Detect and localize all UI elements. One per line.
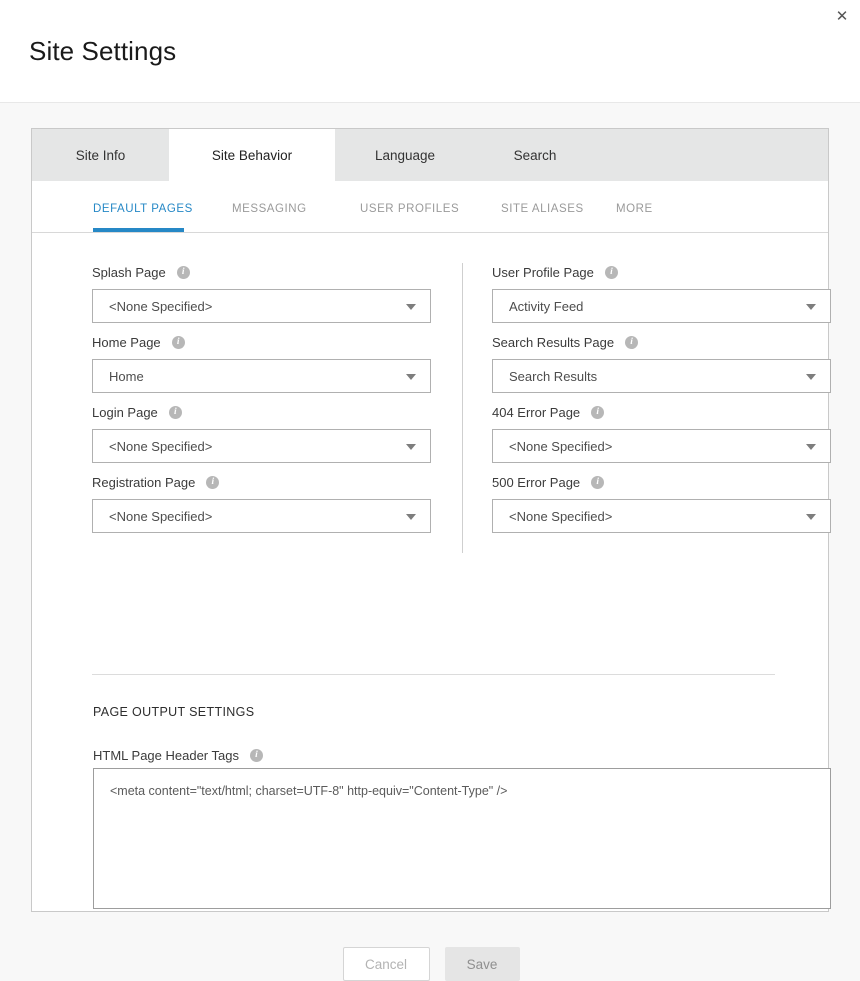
splash-page-select-value: <None Specified> — [109, 298, 213, 314]
tab-search[interactable]: Search — [475, 129, 595, 181]
page-output-settings-heading: PAGE OUTPUT SETTINGS — [93, 705, 255, 719]
info-icon[interactable]: i — [168, 405, 182, 419]
subtab-site-aliases[interactable]: SITE ALIASES — [501, 181, 616, 233]
login-page-select[interactable]: <None Specified> — [92, 429, 431, 463]
info-icon[interactable]: i — [591, 405, 605, 419]
field-registration-page-label: Registration Page — [92, 474, 196, 490]
subtab-default-pages-label: DEFAULT PAGES — [93, 203, 193, 215]
right-column: User Profile Page i Activity Feed Search… — [492, 261, 831, 541]
field-user-profile-page-label-row: User Profile Page i — [492, 261, 831, 283]
info-icon[interactable]: i — [625, 335, 639, 349]
field-registration-page: Registration Page i <None Specified> — [92, 471, 431, 533]
secondary-tabstrip: DEFAULT PAGES MESSAGING USER PROFILES SI… — [32, 181, 828, 233]
tab-language-label: Language — [374, 147, 436, 163]
chevron-down-icon — [806, 444, 816, 450]
field-home-page-label: Home Page — [92, 334, 161, 350]
user-profile-page-select[interactable]: Activity Feed — [492, 289, 831, 323]
chevron-down-icon — [806, 374, 816, 380]
field-user-profile-page-label: User Profile Page — [492, 264, 594, 280]
column-divider — [462, 263, 463, 553]
field-splash-page: Splash Page i <None Specified> — [92, 261, 431, 323]
subtab-more-label: MORE — [616, 203, 653, 215]
field-splash-page-label: Splash Page — [92, 264, 166, 280]
tab-site-behavior[interactable]: Site Behavior — [169, 129, 335, 181]
search-results-page-select-value: Search Results — [509, 368, 598, 384]
tab-site-behavior-label: Site Behavior — [211, 147, 293, 163]
field-home-page: Home Page i Home — [92, 331, 431, 393]
save-button[interactable]: Save — [444, 947, 520, 981]
404-error-page-select[interactable]: <None Specified> — [492, 429, 831, 463]
subtab-site-aliases-label: SITE ALIASES — [501, 203, 584, 215]
subtab-default-pages[interactable]: DEFAULT PAGES — [93, 181, 232, 233]
registration-page-select[interactable]: <None Specified> — [92, 499, 431, 533]
info-icon[interactable]: i — [171, 335, 185, 349]
field-search-results-page-label: Search Results Page — [492, 334, 615, 350]
field-500-error-page-label-row: 500 Error Page i — [492, 471, 831, 493]
html-header-tags-label-row: HTML Page Header Tags i — [93, 745, 263, 765]
splash-page-select[interactable]: <None Specified> — [92, 289, 431, 323]
tab-language[interactable]: Language — [335, 129, 475, 181]
info-icon[interactable]: i — [206, 475, 220, 489]
subtab-user-profiles-label: USER PROFILES — [360, 203, 460, 215]
info-icon[interactable]: i — [604, 265, 618, 279]
404-error-page-select-value: <None Specified> — [509, 438, 613, 454]
left-column: Splash Page i <None Specified> Home Page… — [92, 261, 431, 541]
field-search-results-page: Search Results Page i Search Results — [492, 331, 831, 393]
close-icon[interactable]: ✕ — [830, 4, 854, 28]
home-page-select[interactable]: Home — [92, 359, 431, 393]
field-registration-page-label-row: Registration Page i — [92, 471, 431, 493]
tab-site-info[interactable]: Site Info — [32, 129, 169, 181]
info-icon[interactable]: i — [591, 475, 605, 489]
panel-body: Splash Page i <None Specified> Home Page… — [32, 233, 831, 981]
field-500-error-page-label: 500 Error Page — [492, 474, 581, 490]
search-results-page-select[interactable]: Search Results — [492, 359, 831, 393]
field-login-page-label: Login Page — [92, 404, 158, 420]
chevron-down-icon — [806, 514, 816, 520]
html-header-tags-input[interactable]: <meta content="text/html; charset=UTF-8"… — [93, 768, 831, 909]
settings-panel: Site Info Site Behavior Language Search … — [31, 128, 831, 981]
registration-page-select-value: <None Specified> — [109, 508, 213, 524]
field-login-page-label-row: Login Page i — [92, 401, 431, 423]
chevron-down-icon — [806, 304, 816, 310]
primary-tabstrip: Site Info Site Behavior Language Search — [32, 129, 828, 181]
subtab-user-profiles[interactable]: USER PROFILES — [360, 181, 501, 233]
html-header-tags-label: HTML Page Header Tags — [93, 747, 239, 763]
info-icon[interactable]: i — [176, 265, 190, 279]
user-profile-page-select-value: Activity Feed — [509, 298, 584, 314]
chevron-down-icon — [406, 374, 416, 380]
dialog-footer: Cancel Save — [32, 947, 830, 981]
info-icon[interactable]: i — [249, 748, 263, 762]
field-login-page: Login Page i <None Specified> — [92, 401, 431, 463]
subtab-more[interactable]: MORE — [616, 181, 696, 233]
field-home-page-label-row: Home Page i — [92, 331, 431, 353]
chevron-down-icon — [406, 304, 416, 310]
500-error-page-select-value: <None Specified> — [509, 508, 613, 524]
section-divider — [92, 674, 775, 675]
chevron-down-icon — [406, 444, 416, 450]
page-title: Site Settings — [29, 36, 177, 66]
login-page-select-value: <None Specified> — [109, 438, 213, 454]
field-splash-page-label-row: Splash Page i — [92, 261, 431, 283]
subtab-messaging-label: MESSAGING — [232, 203, 307, 215]
field-user-profile-page: User Profile Page i Activity Feed — [492, 261, 831, 323]
dialog-header: Site Settings ✕ — [0, 0, 860, 103]
subtab-messaging[interactable]: MESSAGING — [232, 181, 360, 233]
field-404-error-page-label-row: 404 Error Page i — [492, 401, 831, 423]
field-404-error-page: 404 Error Page i <None Specified> — [492, 401, 831, 463]
field-search-results-page-label-row: Search Results Page i — [492, 331, 831, 353]
field-500-error-page: 500 Error Page i <None Specified> — [492, 471, 831, 533]
500-error-page-select[interactable]: <None Specified> — [492, 499, 831, 533]
field-404-error-page-label: 404 Error Page — [492, 404, 581, 420]
home-page-select-value: Home — [109, 368, 144, 384]
cancel-button[interactable]: Cancel — [342, 947, 430, 981]
tab-site-info-label: Site Info — [75, 147, 126, 163]
tab-search-label: Search — [513, 147, 557, 163]
chevron-down-icon — [406, 514, 416, 520]
